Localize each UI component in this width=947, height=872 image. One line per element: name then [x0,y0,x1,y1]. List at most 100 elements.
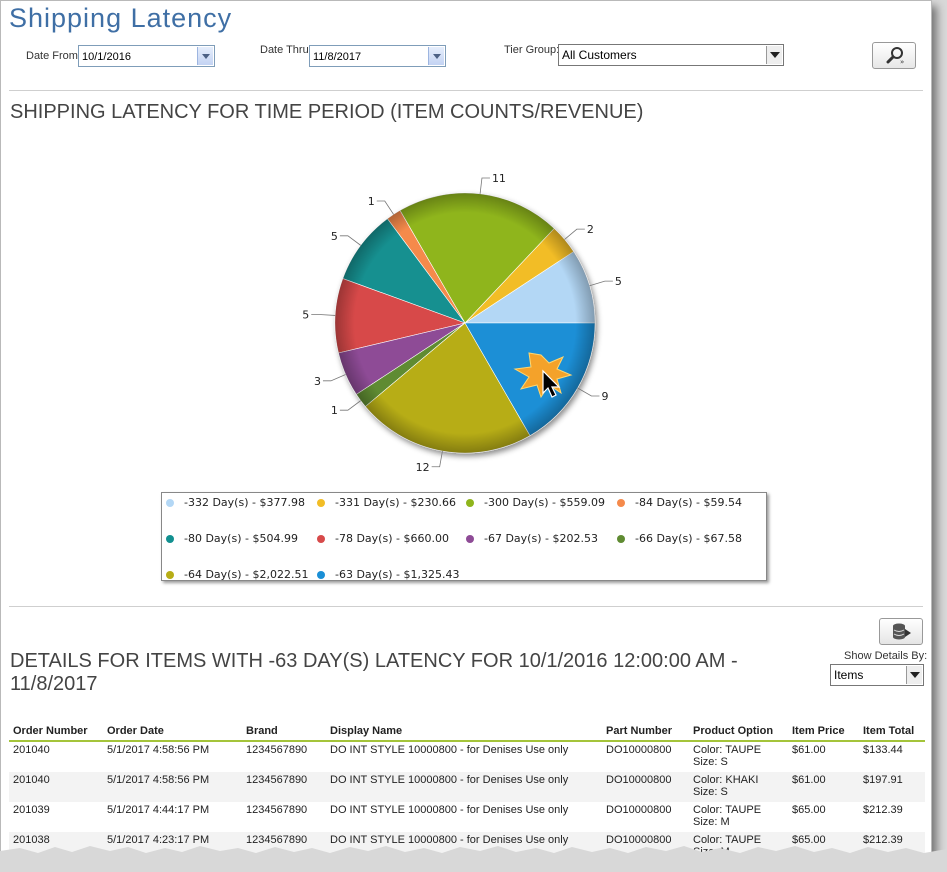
item-total-cell: $212.39 [863,804,903,816]
order-number-cell: 201040 [13,744,50,756]
column-header[interactable]: Product Option [689,722,788,742]
legend-swatch-icon [317,535,325,543]
option-size: Size: S [693,786,728,798]
product-option-cell: Color: KHAKI Size: S [689,772,788,802]
legend-item[interactable]: -80 Day(s) - $504.99 [166,532,298,545]
slice-leader-line [564,228,585,240]
slice-value-label: 5 [615,275,622,288]
option-size: Size: S [693,756,728,768]
slice-leader-line [589,280,613,287]
legend-label: -63 Day(s) - $1,325.43 [335,568,460,581]
show-details-label: Show Details By: [844,650,928,662]
database-export-icon [893,623,911,640]
product-option-cell: Color: TAUPE Size: S [689,741,788,772]
option-color: Color: KHAKI [693,774,759,786]
legend-item[interactable]: -64 Day(s) - $2,022.51 [166,568,308,581]
details-title: DETAILS FOR ITEMS WITH -63 DAY(S) LATENC… [10,650,738,695]
brand-cell: 1234567890 [246,744,308,756]
slice-value-label: 9 [601,390,608,403]
column-header[interactable]: Display Name [326,722,602,742]
slice-value-label: 2 [587,223,594,236]
order-number-cell: 201039 [13,804,50,816]
slice-value-label: 1 [331,404,338,417]
legend-swatch-icon [466,535,474,543]
table-row[interactable]: 201040 5/1/2017 4:58:56 PM 1234567890 DO… [9,772,925,802]
slice-value-label: 5 [302,309,309,322]
pie-chart[interactable]: 521115531129 [1,1,931,491]
legend-swatch-icon [617,499,625,507]
column-header[interactable]: Item Total [859,722,925,742]
export-button[interactable] [879,618,923,645]
legend-label: -84 Day(s) - $59.54 [635,496,742,509]
column-header[interactable]: Order Date [103,722,242,742]
app-window: Shipping Latency Date From 10/1/2016 Dat… [0,0,932,857]
legend-label: -66 Day(s) - $67.58 [635,532,742,545]
order-number-cell: 201040 [9,772,103,802]
legend-item[interactable]: -300 Day(s) - $559.09 [466,496,605,509]
details-table: Order Number Order Date Brand Display Na… [9,722,925,856]
display-name-cell: DO INT STYLE 10000800 - for Denises Use … [330,744,569,756]
item-total-cell: $197.91 [859,772,925,802]
display-name-cell: DO INT STYLE 10000800 - for Denises Use … [330,804,569,816]
legend-swatch-icon [166,535,174,543]
chevron-down-icon[interactable] [906,666,922,684]
legend-label: -80 Day(s) - $504.99 [184,532,298,545]
item-price-cell: $61.00 [788,772,859,802]
option-color: Color: TAUPE [693,804,762,816]
display-name-cell: DO INT STYLE 10000800 - for Denises Use … [326,772,602,802]
slice-value-label: 1 [368,195,375,208]
legend-label: -67 Day(s) - $202.53 [484,532,598,545]
show-details-select[interactable]: Items [830,664,924,686]
column-header[interactable]: Item Price [788,722,859,742]
item-price-cell: $65.00 [792,804,826,816]
table-row[interactable]: 201039 5/1/2017 4:44:17 PM 1234567890 DO… [9,802,925,832]
legend-item[interactable]: -66 Day(s) - $67.58 [617,532,742,545]
column-header[interactable]: Brand [242,722,326,742]
column-header[interactable]: Part Number [602,722,689,742]
legend-item[interactable]: -332 Day(s) - $377.98 [166,496,305,509]
table-header-row: Order Number Order Date Brand Display Na… [9,722,925,742]
option-size: Size: M [693,816,730,828]
legend-swatch-icon [166,571,174,579]
legend-swatch-icon [317,499,325,507]
legend-label: -300 Day(s) - $559.09 [484,496,605,509]
slice-leader-line [577,387,600,397]
legend-label: -78 Day(s) - $660.00 [335,532,449,545]
column-header[interactable]: Order Number [9,722,103,742]
part-number-cell: DO10000800 [602,772,689,802]
item-price-cell: $61.00 [792,744,826,756]
legend-swatch-icon [466,499,474,507]
slice-value-label: 12 [416,461,430,474]
option-color: Color: TAUPE [693,744,762,756]
chart-legend: -332 Day(s) - $377.98 -331 Day(s) - $230.… [161,492,767,581]
part-number-cell: DO10000800 [606,804,672,816]
brand-cell: 1234567890 [242,772,326,802]
slice-value-label: 5 [331,230,338,243]
legend-label: -64 Day(s) - $2,022.51 [184,568,309,581]
show-details-value: Items [834,668,864,682]
slice-leader-line [339,235,361,246]
slice-leader-line [479,177,490,194]
slice-leader-line [339,400,361,411]
slice-leader-line [431,450,443,468]
order-date-cell: 5/1/2017 4:44:17 PM [107,804,210,816]
slice-leader-line [311,314,336,316]
slice-leader-line [376,200,394,215]
legend-item[interactable]: -331 Day(s) - $230.66 [317,496,456,509]
legend-item[interactable]: -84 Day(s) - $59.54 [617,496,742,509]
legend-item[interactable]: -78 Day(s) - $660.00 [317,532,449,545]
slice-value-label: 11 [492,172,506,185]
slice-value-label: 3 [314,375,321,388]
legend-label: -331 Day(s) - $230.66 [335,496,456,509]
legend-item[interactable]: -67 Day(s) - $202.53 [466,532,598,545]
table-row[interactable]: 201040 5/1/2017 4:58:56 PM 1234567890 DO… [9,741,925,772]
part-number-cell: DO10000800 [606,744,672,756]
legend-label: -332 Day(s) - $377.98 [184,496,305,509]
order-date-cell: 5/1/2017 4:58:56 PM [103,772,242,802]
legend-swatch-icon [166,499,174,507]
torn-edge [0,846,947,872]
legend-item[interactable]: -63 Day(s) - $1,325.43 [317,568,459,581]
item-total-cell: $133.44 [863,744,903,756]
legend-swatch-icon [317,571,325,579]
brand-cell: 1234567890 [246,804,308,816]
